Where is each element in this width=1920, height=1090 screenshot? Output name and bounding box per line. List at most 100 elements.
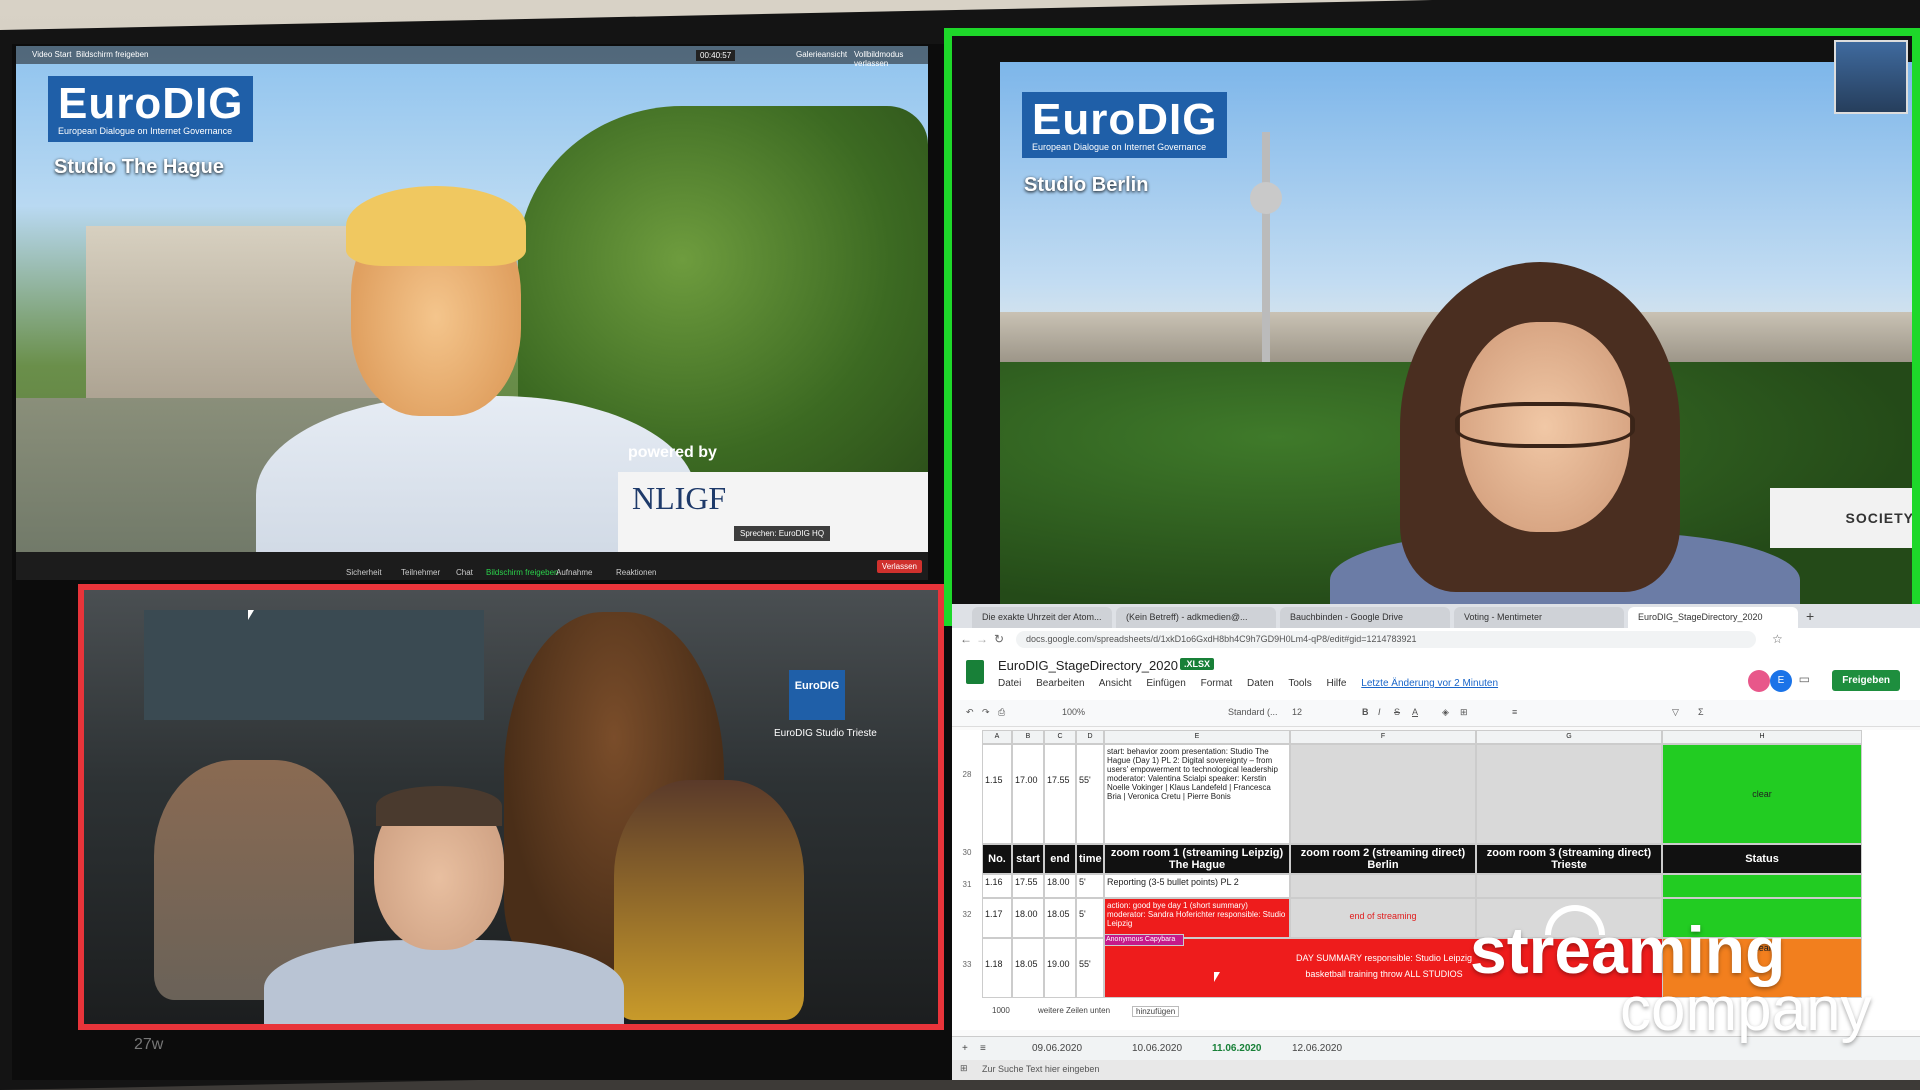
new-tab-icon[interactable]: + — [1806, 608, 1814, 624]
cell-status[interactable] — [1662, 874, 1862, 898]
italic-icon[interactable]: I — [1378, 707, 1381, 717]
tab-stage-directory[interactable]: EuroDIG_StageDirectory_2020 — [1628, 607, 1798, 628]
col-header-h[interactable]: H — [1662, 730, 1862, 744]
redo-icon[interactable]: ↷ — [982, 707, 990, 718]
menu-daten[interactable]: Daten — [1247, 678, 1274, 689]
sheet-tab-1006[interactable]: 10.06.2020 — [1132, 1043, 1182, 1054]
cell-content[interactable]: action: good bye day 1 (short summary) m… — [1104, 898, 1290, 938]
col-header-a[interactable]: A — [982, 730, 1012, 744]
menu-hilfe[interactable]: Hilfe — [1326, 678, 1346, 689]
back-icon[interactable]: ← — [960, 632, 972, 646]
sheet-tab-1206[interactable]: 12.06.2020 — [1292, 1043, 1342, 1054]
header-time[interactable]: time — [1076, 844, 1104, 874]
col-header-c[interactable]: C — [1044, 730, 1076, 744]
borders-icon[interactable]: ⊞ — [1460, 707, 1468, 718]
header-room1[interactable]: zoom room 1 (streaming Leipzig) The Hagu… — [1104, 844, 1290, 874]
cell-no[interactable]: 1.17 — [982, 898, 1012, 938]
row-count-input[interactable]: 1000 — [992, 1006, 1010, 1015]
tab-atomic-clock[interactable]: Die exakte Uhrzeit der Atom... — [972, 607, 1112, 628]
cell-room2[interactable]: end of streaming — [1290, 898, 1476, 938]
row-number-28[interactable]: 28 — [952, 770, 982, 779]
user-avatar[interactable]: E — [1770, 670, 1792, 692]
row-number-31[interactable]: 31 — [952, 880, 982, 889]
cell-start[interactable]: 17.55 — [1012, 874, 1044, 898]
add-sheet-icon[interactable]: + — [962, 1043, 968, 1054]
undo-icon[interactable]: ↶ — [966, 707, 974, 718]
cell-end[interactable]: 19.00 — [1044, 938, 1076, 998]
cell-no[interactable]: 1.16 — [982, 874, 1012, 898]
self-view-thumbnail[interactable] — [1834, 40, 1908, 114]
zoom-share-label[interactable]: Bildschirm freigeben — [76, 50, 148, 59]
functions-icon[interactable]: Σ — [1698, 707, 1704, 717]
bold-icon[interactable]: B — [1362, 707, 1369, 717]
header-start[interactable]: start — [1012, 844, 1044, 874]
cell-time[interactable]: 55' — [1076, 744, 1104, 844]
header-room3[interactable]: zoom room 3 (streaming direct) Trieste — [1476, 844, 1662, 874]
cell-time[interactable]: 5' — [1076, 898, 1104, 938]
font-select[interactable]: Standard (... — [1228, 707, 1278, 717]
sheets-icon[interactable] — [966, 660, 984, 684]
zoom-leave-button[interactable]: Verlassen — [876, 560, 922, 573]
col-header-g[interactable]: G — [1476, 730, 1662, 744]
last-edit-link[interactable]: Letzte Änderung vor 2 Minuten — [1361, 678, 1498, 689]
sheet-tab-0906[interactable]: 09.06.2020 — [1032, 1043, 1082, 1054]
reload-icon[interactable]: ↻ — [994, 632, 1004, 646]
bookmark-star-icon[interactable]: ☆ — [1772, 632, 1783, 646]
zoom-video-start[interactable]: Video Start — [32, 50, 71, 59]
all-sheets-icon[interactable]: ≡ — [980, 1043, 986, 1054]
header-no[interactable]: No. — [982, 844, 1012, 874]
zoom-share-screen[interactable]: Bildschirm freigeben — [486, 568, 558, 577]
fill-color-icon[interactable]: ◈ — [1442, 707, 1449, 718]
zoom-reactions[interactable]: Reaktionen — [616, 568, 656, 577]
cell-room2[interactable] — [1290, 874, 1476, 898]
taskbar-search-input[interactable]: Zur Suche Text hier eingeben — [982, 1064, 1099, 1074]
cell-content[interactable]: Reporting (3-5 bullet points) PL 2 — [1104, 874, 1290, 898]
menu-einfuegen[interactable]: Einfügen — [1146, 678, 1185, 689]
col-header-d[interactable]: D — [1076, 730, 1104, 744]
cell-end[interactable]: 17.55 — [1044, 744, 1076, 844]
cell-room3[interactable] — [1476, 874, 1662, 898]
cell-no[interactable]: 1.18 — [982, 938, 1012, 998]
menu-bearbeiten[interactable]: Bearbeiten — [1036, 678, 1084, 689]
col-header-f[interactable]: F — [1290, 730, 1476, 744]
zoom-participants[interactable]: Teilnehmer — [401, 568, 440, 577]
tab-gmail[interactable]: (Kein Betreff) - adkmedien@... — [1116, 607, 1276, 628]
header-room2[interactable]: zoom room 2 (streaming direct) Berlin — [1290, 844, 1476, 874]
cell-status[interactable]: clear — [1662, 744, 1862, 844]
cell-end[interactable]: 18.05 — [1044, 898, 1076, 938]
row-number-32[interactable]: 32 — [952, 910, 982, 919]
cell-start[interactable]: 18.05 — [1012, 938, 1044, 998]
filter-icon[interactable]: ▽ — [1672, 707, 1679, 718]
tab-google-drive[interactable]: Bauchbinden - Google Drive — [1280, 607, 1450, 628]
header-end[interactable]: end — [1044, 844, 1076, 874]
zoom-exit-fullscreen[interactable]: Vollbildmodus verlassen — [854, 50, 928, 68]
menu-ansicht[interactable]: Ansicht — [1099, 678, 1132, 689]
cell-start[interactable]: 18.00 — [1012, 898, 1044, 938]
strikethrough-icon[interactable]: S — [1394, 707, 1400, 717]
row-number-30[interactable]: 30 — [952, 848, 982, 857]
zoom-security[interactable]: Sicherheit — [346, 568, 382, 577]
url-input[interactable]: docs.google.com/spreadsheets/d/1xkD1o6Gx… — [1016, 631, 1756, 648]
zoom-record[interactable]: Aufnahme — [556, 568, 592, 577]
cell-content[interactable]: start: behavior zoom presentation: Studi… — [1104, 744, 1290, 844]
cell-room2[interactable] — [1290, 744, 1476, 844]
forward-icon[interactable]: → — [976, 632, 988, 646]
menu-tools[interactable]: Tools — [1288, 678, 1311, 689]
cell-start[interactable]: 17.00 — [1012, 744, 1044, 844]
menu-datei[interactable]: Datei — [998, 678, 1021, 689]
video-tile-hague[interactable]: Video Start Bildschirm freigeben 00:40:5… — [16, 46, 928, 580]
zoom-select[interactable]: 100% — [1062, 707, 1085, 717]
sheet-tab-1106[interactable]: 11.06.2020 — [1212, 1043, 1262, 1054]
zoom-gallery-view[interactable]: Galerieansicht — [796, 50, 847, 59]
col-header-b[interactable]: B — [1012, 730, 1044, 744]
header-status[interactable]: Status — [1662, 844, 1862, 874]
tab-mentimeter[interactable]: Voting - Mentimeter — [1454, 607, 1624, 628]
add-rows-button[interactable]: hinzufügen — [1132, 1006, 1180, 1017]
font-size-select[interactable]: 12 — [1292, 707, 1302, 717]
comment-icon[interactable]: ▭ — [1799, 672, 1810, 686]
cell-room3[interactable] — [1476, 744, 1662, 844]
document-title[interactable]: EuroDIG_StageDirectory_2020 — [998, 658, 1178, 673]
zoom-chat[interactable]: Chat — [456, 568, 473, 577]
align-icon[interactable]: ≡ — [1512, 707, 1517, 717]
cell-time[interactable]: 55' — [1076, 938, 1104, 998]
